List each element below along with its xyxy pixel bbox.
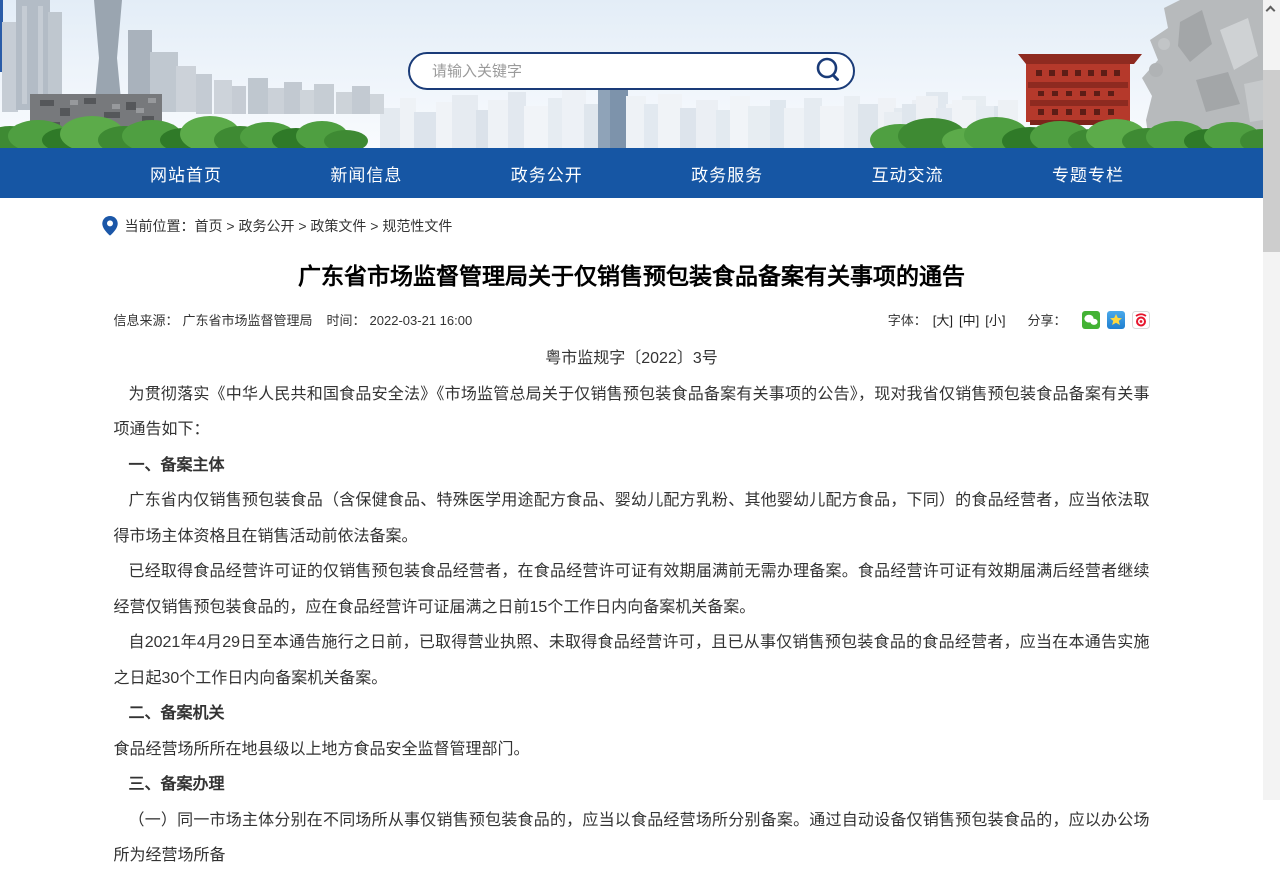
nav-item[interactable]: 新闻信息: [296, 161, 436, 186]
article-paragraph: 三、备案办理: [114, 767, 1150, 803]
location-pin-icon: [102, 216, 118, 236]
header-banner: [0, 0, 1280, 148]
article-meta: 信息来源： 广东省市场监督管理局时间： 2022-03-21 16:00 字体： […: [114, 310, 1150, 329]
share-weibo-icon[interactable]: [1132, 311, 1150, 329]
article-body: 为贯彻落实《中华人民共和国食品安全法》《市场监管总局关于仅销售预包装食品备案有关…: [114, 377, 1150, 874]
share-wechat-icon[interactable]: [1082, 311, 1100, 329]
time-value: 2022-03-21 16:00: [370, 313, 473, 328]
main-nav: 网站首页 新闻信息 政务公开 政务服务 互动交流 专题专栏: [0, 148, 1280, 198]
pagoda: [1018, 54, 1142, 125]
article-paragraph: 广东省内仅销售预包装食品（含保健食品、特殊医学用途配方食品、婴幼儿配方乳粉、其他…: [114, 483, 1150, 554]
article: 粤市监规字〔2022〕3号 为贯彻落实《中华人民共和国食品安全法》《市场监管总局…: [114, 341, 1150, 874]
nav-item[interactable]: 网站首页: [116, 161, 256, 186]
scrollbar-up-arrow-icon[interactable]: [1266, 6, 1276, 16]
font-size-button[interactable]: [中]: [959, 310, 979, 329]
article-paragraph: 为贯彻落实《中华人民共和国食品安全法》《市场监管总局关于仅销售预包装食品备案有关…: [114, 377, 1150, 448]
source-label: 信息来源：: [114, 313, 179, 328]
nav-item[interactable]: 政务公开: [477, 161, 617, 186]
nav-item[interactable]: 互动交流: [838, 161, 978, 186]
source-value: 广东省市场监督管理局: [183, 313, 313, 328]
doc-number: 粤市监规字〔2022〕3号: [114, 341, 1150, 377]
breadcrumb: 当前位置： 首页 > 政务公开 > 政策文件 > 规范性文件: [102, 216, 1150, 236]
share-label: 分享：: [1027, 310, 1066, 329]
nav-item[interactable]: 政务服务: [657, 161, 797, 186]
article-paragraph: 一、备案主体: [114, 448, 1150, 484]
magnifier-icon: [815, 57, 841, 83]
article-meta-right: 字体： [大] [中] [小] 分享：: [888, 310, 1150, 329]
vertical-scrollbar[interactable]: [1263, 0, 1280, 800]
article-paragraph: （一）同一市场主体分别在不同场所从事仅销售预包装食品的，应当以食品经营场所分别备…: [114, 803, 1150, 874]
article-paragraph: 食品经营场所所在地县级以上地方食品安全监督管理部门。: [114, 732, 1150, 768]
page-title: 广东省市场监督管理局关于仅销售预包装食品备案有关事项的通告: [114, 260, 1150, 292]
breadcrumb-path[interactable]: 首页 > 政务公开 > 政策文件 > 规范性文件: [195, 216, 453, 236]
font-size-button[interactable]: [小]: [985, 310, 1005, 329]
nav-item[interactable]: 专题专栏: [1018, 161, 1158, 186]
main-content: 当前位置： 首页 > 政务公开 > 政策文件 > 规范性文件 广东省市场监督管理…: [0, 216, 1263, 874]
search-box: [408, 52, 855, 90]
search-button[interactable]: [813, 54, 853, 88]
time-label: 时间：: [327, 313, 366, 328]
search-input[interactable]: [410, 63, 813, 80]
article-meta-left: 信息来源： 广东省市场监督管理局时间： 2022-03-21 16:00: [114, 310, 477, 329]
article-paragraph: 二、备案机关: [114, 696, 1150, 732]
breadcrumb-label: 当前位置：: [125, 216, 195, 236]
scrollbar-thumb[interactable]: [1263, 70, 1280, 252]
font-size-label: 字体：: [888, 310, 927, 329]
article-paragraph: 已经取得食品经营许可证的仅销售预包装食品经营者，在食品经营许可证有效期届满前无需…: [114, 554, 1150, 625]
font-size-button[interactable]: [大]: [933, 310, 953, 329]
article-paragraph: 自2021年4月29日至本通告施行之日前，已取得营业执照、未取得食品经营许可，且…: [114, 625, 1150, 696]
share-qzone-icon[interactable]: [1107, 311, 1125, 329]
